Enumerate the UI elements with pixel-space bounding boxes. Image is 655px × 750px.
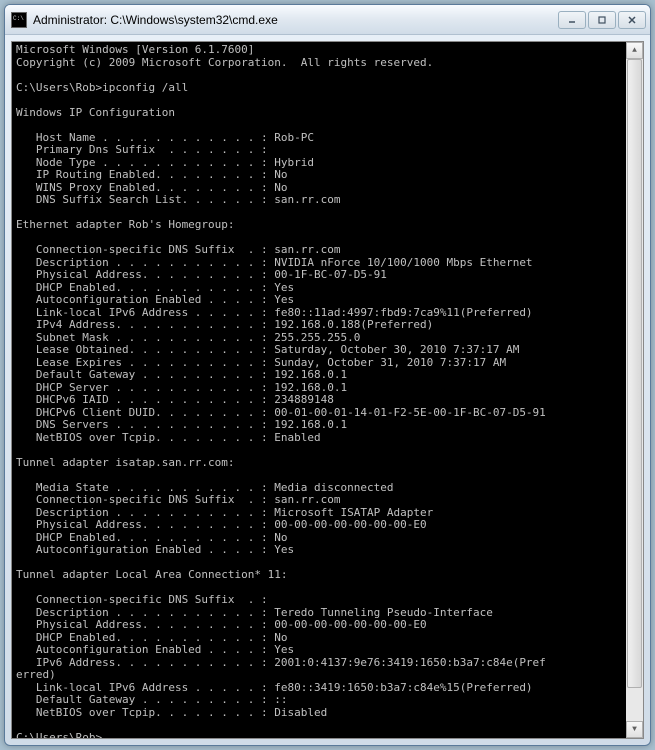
output-line: DNS Servers . . . . . . . . . . . : 192.… [16, 419, 622, 432]
scroll-track[interactable] [626, 59, 643, 721]
output-line [16, 119, 622, 132]
cmd-window: Administrator: C:\Windows\system32\cmd.e… [4, 4, 651, 746]
prompt-line: C:\Users\Rob>ipconfig /all [16, 82, 622, 95]
scroll-thumb[interactable] [627, 59, 642, 688]
window-controls [558, 11, 646, 29]
section-header: Tunnel adapter isatap.san.rr.com: [16, 457, 622, 470]
section-header: Tunnel adapter Local Area Connection* 11… [16, 569, 622, 582]
output-line: Physical Address. . . . . . . . . : 00-0… [16, 519, 622, 532]
output-line: Autoconfiguration Enabled . . . . : Yes [16, 644, 622, 657]
minimize-button[interactable] [558, 11, 586, 29]
output-line: IPv6 Address. . . . . . . . . . . : 2001… [16, 657, 622, 670]
output-line: NetBIOS over Tcpip. . . . . . . . : Disa… [16, 707, 622, 720]
output-line: IPv4 Address. . . . . . . . . . . : 192.… [16, 319, 622, 332]
output-line: Microsoft Windows [Version 6.1.7600] [16, 44, 622, 57]
output-line: Autoconfiguration Enabled . . . . : Yes [16, 544, 622, 557]
output-line: DNS Suffix Search List. . . . . . : san.… [16, 194, 622, 207]
terminal-area: Microsoft Windows [Version 6.1.7600]Copy… [11, 41, 644, 739]
vertical-scrollbar[interactable]: ▲ ▼ [626, 42, 643, 738]
section-header: Windows IP Configuration [16, 107, 622, 120]
output-line: Physical Address. . . . . . . . . : 00-0… [16, 619, 622, 632]
window-title: Administrator: C:\Windows\system32\cmd.e… [33, 13, 558, 27]
scroll-down-button[interactable]: ▼ [626, 721, 643, 738]
output-line: Connection-specific DNS Suffix . : san.r… [16, 244, 622, 257]
output-line [16, 719, 622, 732]
output-line [16, 94, 622, 107]
output-line: Default Gateway . . . . . . . . . : :: [16, 694, 622, 707]
output-line: Autoconfiguration Enabled . . . . : Yes [16, 294, 622, 307]
prompt-line: C:\Users\Rob> [16, 732, 622, 739]
output-line: IP Routing Enabled. . . . . . . . : No [16, 169, 622, 182]
output-line [16, 469, 622, 482]
output-line: erred) [16, 669, 622, 682]
section-header: Ethernet adapter Rob's Homegroup: [16, 219, 622, 232]
output-line: Connection-specific DNS Suffix . : [16, 594, 622, 607]
cmd-icon [11, 12, 27, 28]
output-line [16, 444, 622, 457]
output-line: Default Gateway . . . . . . . . . : 192.… [16, 369, 622, 382]
output-line: Primary Dns Suffix . . . . . . . : [16, 144, 622, 157]
terminal-output[interactable]: Microsoft Windows [Version 6.1.7600]Copy… [12, 42, 626, 738]
output-line: Connection-specific DNS Suffix . : san.r… [16, 494, 622, 507]
output-line: Lease Obtained. . . . . . . . . . : Satu… [16, 344, 622, 357]
output-line: Physical Address. . . . . . . . . : 00-1… [16, 269, 622, 282]
close-button[interactable] [618, 11, 646, 29]
titlebar[interactable]: Administrator: C:\Windows\system32\cmd.e… [5, 5, 650, 35]
output-line: Copyright (c) 2009 Microsoft Corporation… [16, 57, 622, 70]
maximize-button[interactable] [588, 11, 616, 29]
output-line: NetBIOS over Tcpip. . . . . . . . : Enab… [16, 432, 622, 445]
scroll-up-button[interactable]: ▲ [626, 42, 643, 59]
output-line [16, 69, 622, 82]
output-line: DHCPv6 IAID . . . . . . . . . . . : 2348… [16, 394, 622, 407]
